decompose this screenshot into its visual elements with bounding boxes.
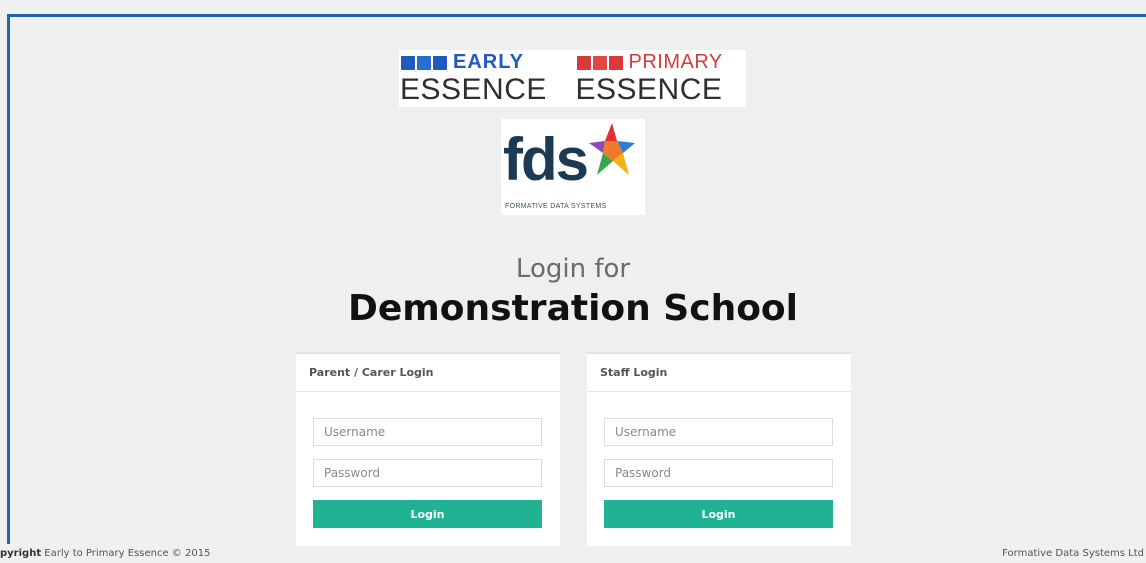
primary-essence-logo: PRIMARY ESSENCE — [575, 50, 747, 107]
parent-username-input[interactable] — [313, 418, 542, 446]
staff-username-input[interactable] — [604, 418, 833, 446]
staff-login-panel: Staff Login Login — [587, 352, 851, 546]
login-for-heading: Login for — [515, 254, 631, 284]
book-icon — [592, 55, 607, 70]
early-essence-word: ESSENCE — [400, 73, 547, 106]
staff-login-title: Staff Login — [587, 354, 851, 392]
fds-logo-text: fds — [503, 126, 589, 193]
company-name: Formative Data Systems Ltd — [1002, 548, 1144, 559]
primary-essence-word: ESSENCE — [575, 73, 723, 106]
pupil-icon — [576, 55, 591, 70]
child-icon — [401, 55, 415, 70]
copyright-text: Early to Primary Essence © 2015 — [41, 548, 211, 559]
hand-icon — [417, 55, 431, 70]
parent-password-input[interactable] — [313, 459, 542, 487]
check-icon — [608, 55, 623, 70]
star-icon — [589, 123, 635, 175]
early-word: EARLY — [453, 51, 524, 73]
parent-login-panel: Parent / Carer Login Login — [296, 352, 560, 546]
fds-logo: fds FORMATIVE DATA SYSTEMS — [501, 119, 645, 215]
parent-login-button[interactable]: Login — [313, 500, 542, 528]
staff-password-input[interactable] — [604, 459, 833, 487]
essence-logos: EARLY ESSENCE PRIMARY ESSENCE — [399, 50, 746, 107]
school-name: Demonstration School — [348, 288, 798, 329]
primary-word: PRIMARY — [628, 51, 723, 73]
parent-login-title: Parent / Carer Login — [296, 354, 560, 392]
fds-logo-subtitle: FORMATIVE DATA SYSTEMS — [505, 203, 607, 210]
early-essence-logo: EARLY ESSENCE — [399, 50, 571, 107]
staff-login-button[interactable]: Login — [604, 500, 833, 528]
blocks-icon — [433, 55, 447, 70]
copyright-notice: pyright Early to Primary Essence © 2015 — [0, 548, 210, 559]
copyright-bold: pyright — [0, 548, 42, 559]
